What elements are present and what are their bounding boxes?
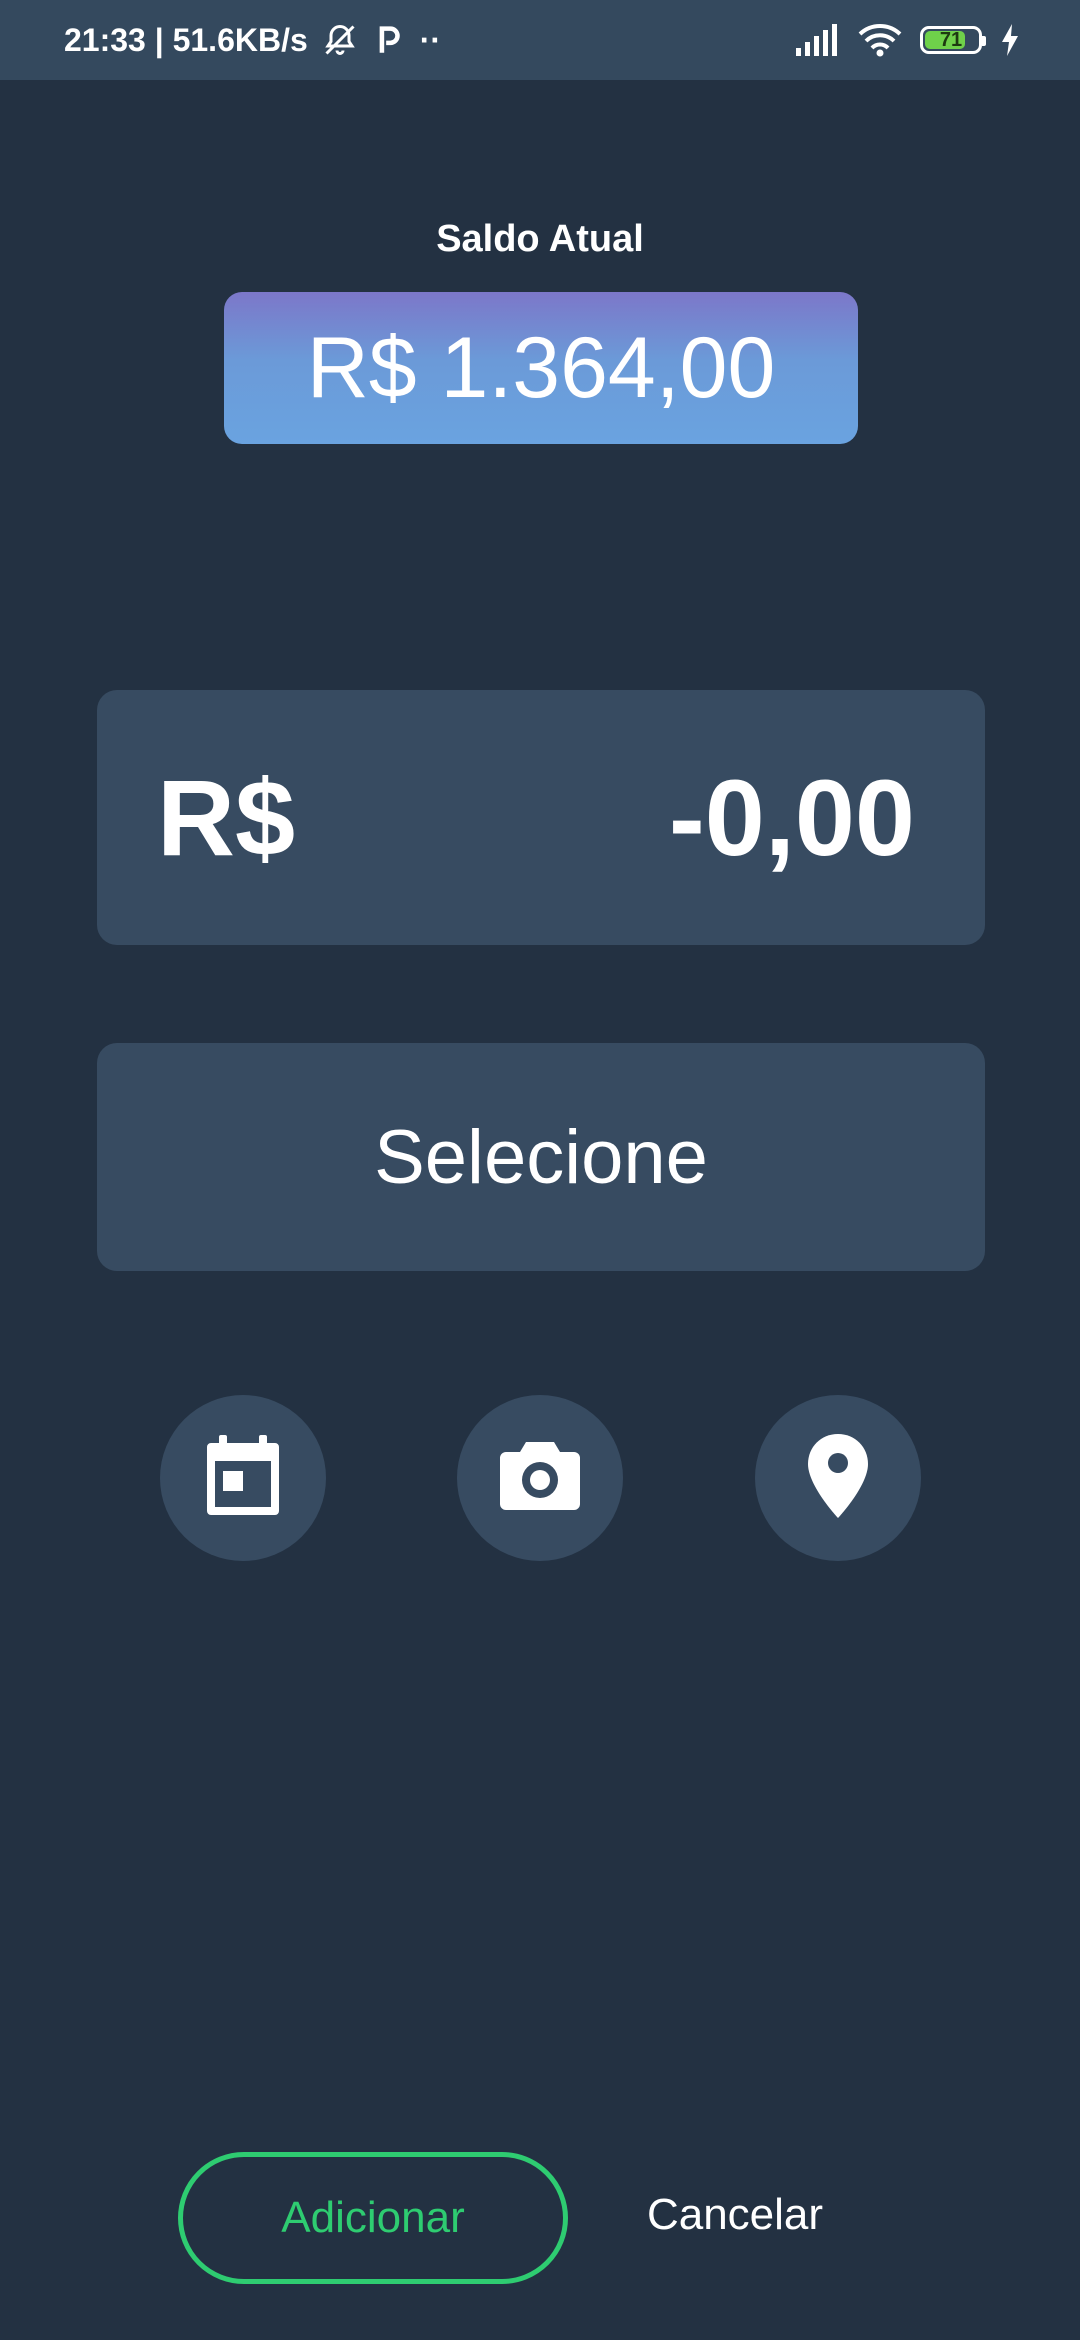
amount-value: -0,00 [668,757,915,878]
camera-button[interactable] [457,1395,623,1561]
balance-display: R$ 1.364,00 [224,292,858,444]
status-time-speed: 21:33 | 51.6KB/s [64,21,308,58]
balance-value: R$ 1.364,00 [306,319,776,416]
signal-icon [796,24,840,56]
status-bar-right: 71 [796,23,1020,57]
balance-label: Saldo Atual [436,218,644,260]
add-transaction-screen: 21:33 | 51.6KB/s ·· 71 Saldo Atual R$ 1.… [0,0,1080,2340]
location-button[interactable] [755,1395,921,1561]
camera-icon [498,1440,582,1517]
status-bar-left: 21:33 | 51.6KB/s ·· [64,22,441,59]
location-pin-icon [808,1433,868,1523]
wifi-icon [858,23,902,57]
category-select-label: Selecione [374,1114,708,1200]
category-select[interactable]: Selecione [97,1043,985,1271]
cancel-button[interactable]: Cancelar [620,2165,850,2265]
add-button[interactable]: Adicionar [178,2152,568,2284]
status-bar: 21:33 | 51.6KB/s ·· 71 [0,0,1080,80]
cancel-button-label: Cancelar [646,2190,824,2239]
amount-input[interactable]: R$ -0,00 [97,690,985,945]
date-button[interactable] [160,1395,326,1561]
currency-symbol: R$ [157,757,296,878]
charging-icon [1000,24,1020,56]
battery-icon: 71 [920,26,986,54]
status-extra-indicator: ·· [419,21,442,58]
mute-notification-icon [322,22,358,58]
battery-level: 71 [939,29,963,51]
add-button-label: Adicionar [281,2193,465,2242]
parking-icon [372,22,406,58]
calendar-icon [205,1434,281,1522]
